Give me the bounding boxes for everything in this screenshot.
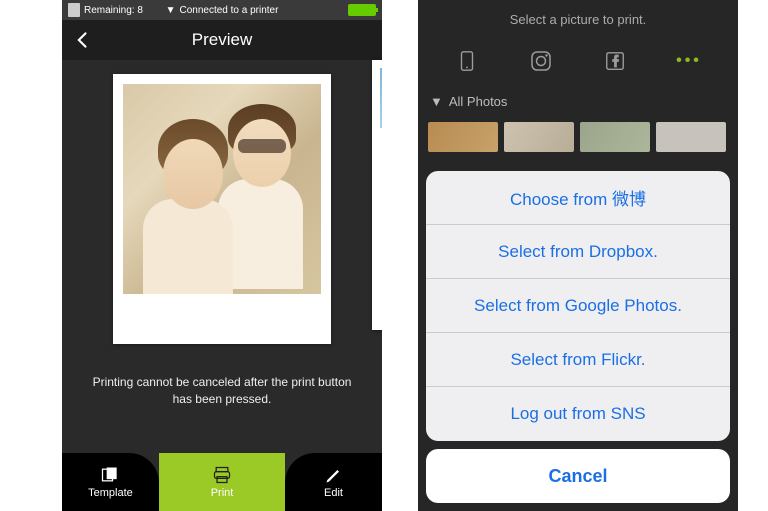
action-sheet: Choose from 微博 Select from Dropbox. Sele… — [426, 171, 730, 503]
sheet-item-logout-sns[interactable]: Log out from SNS — [426, 387, 730, 441]
sheet-item-google-photos[interactable]: Select from Google Photos. — [426, 279, 730, 333]
bottom-toolbar: Template Print Edit — [62, 453, 382, 511]
photo-content — [123, 84, 321, 294]
template-button[interactable]: Template — [62, 453, 159, 511]
template-label: Template — [88, 487, 133, 499]
remaining-count: Remaining: 8 — [84, 5, 143, 16]
picker-screen: Select a picture to print. ••• ▼ All Pho… — [418, 0, 738, 511]
nav-bar: Preview — [62, 20, 382, 60]
film-icon — [68, 3, 80, 17]
edit-button[interactable]: Edit — [285, 453, 382, 511]
sheet-item-flickr[interactable]: Select from Flickr. — [426, 333, 730, 387]
page-title: Preview — [192, 30, 252, 50]
sheet-item-weibo[interactable]: Choose from 微博 — [426, 171, 730, 225]
sheet-cancel-button[interactable]: Cancel — [426, 449, 730, 503]
preview-screen: Remaining: 8 ▼ Connected to a printer Pr… — [62, 0, 382, 511]
status-bar: Remaining: 8 ▼ Connected to a printer — [62, 0, 382, 20]
back-button[interactable] — [72, 30, 94, 50]
print-label: Print — [211, 487, 234, 499]
polaroid-preview — [113, 74, 331, 344]
preview-area[interactable] — [62, 60, 382, 344]
sheet-item-dropbox[interactable]: Select from Dropbox. — [426, 225, 730, 279]
connection-status: Connected to a printer — [179, 5, 278, 16]
battery-icon — [348, 4, 376, 16]
next-preview-peek[interactable] — [372, 60, 382, 330]
print-button[interactable]: Print — [159, 453, 285, 511]
action-sheet-group: Choose from 微博 Select from Dropbox. Sele… — [426, 171, 730, 441]
wifi-down-icon: ▼ — [166, 5, 176, 16]
edit-label: Edit — [324, 487, 343, 499]
print-warning-text: Printing cannot be canceled after the pr… — [62, 344, 382, 428]
